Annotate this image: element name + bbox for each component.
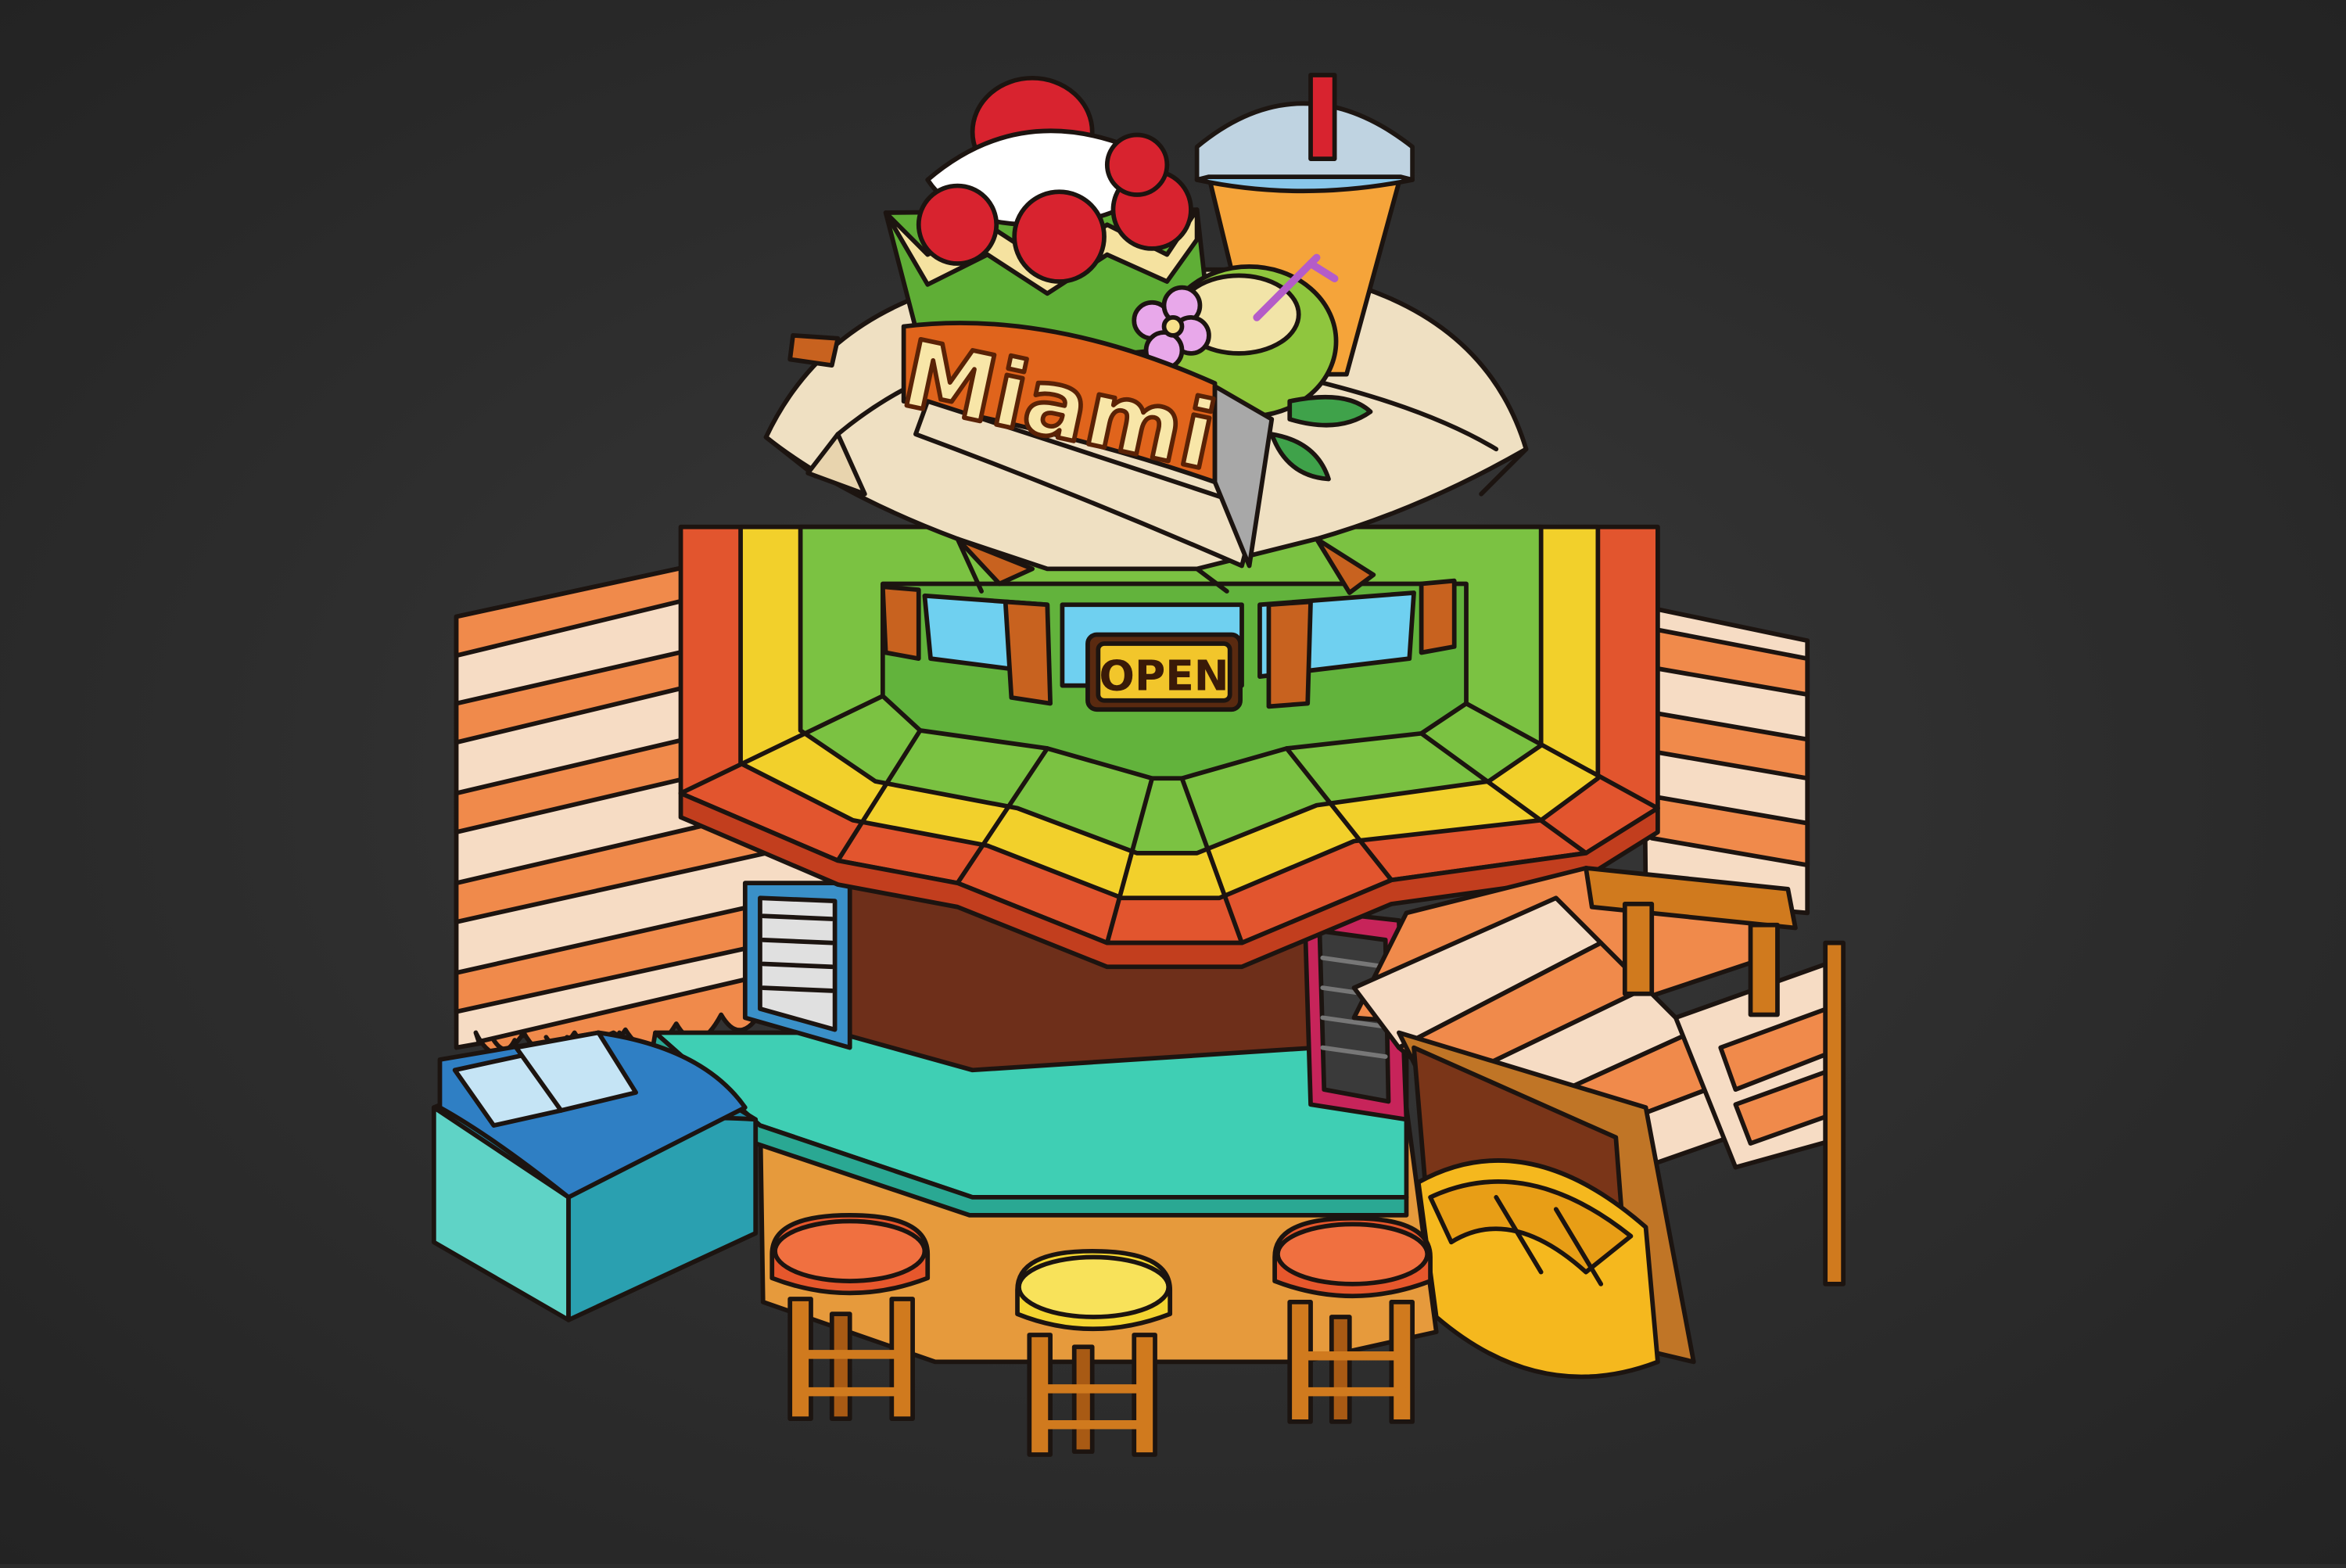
- open-sign-text: OPEN: [1099, 651, 1229, 700]
- open-sign: OPEN: [1085, 632, 1243, 712]
- stool-red-left[interactable]: [769, 1213, 931, 1421]
- right-awning-back: [1640, 604, 1810, 916]
- ice-cream-cooler[interactable]: [431, 1030, 759, 1322]
- stool-yellow-center[interactable]: [1015, 1248, 1173, 1457]
- game-viewport: OPEN Miami: [0, 0, 2346, 1564]
- left-window: [742, 881, 852, 1050]
- miami-snack-shop[interactable]: OPEN Miami: [0, 0, 2346, 1564]
